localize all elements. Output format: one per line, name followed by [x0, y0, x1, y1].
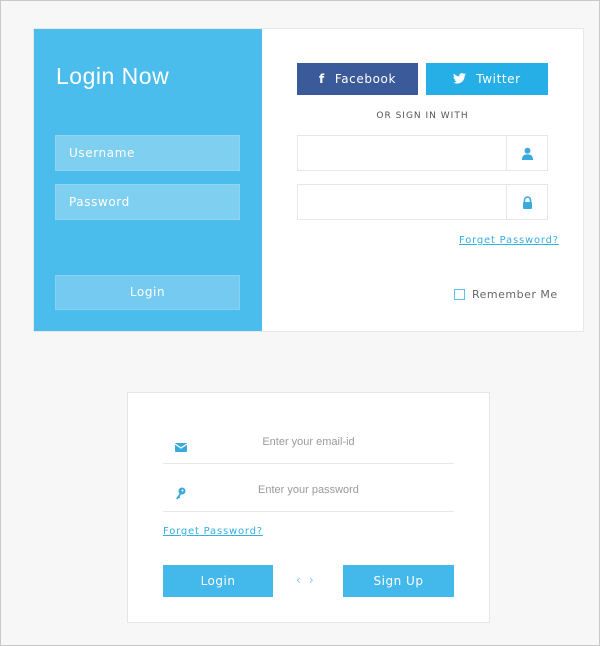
password-field[interactable] [297, 184, 548, 220]
login-button-secondary[interactable]: Login [163, 565, 273, 597]
lock-icon [506, 185, 547, 219]
email-placeholder: Enter your email-id [262, 436, 355, 448]
facebook-icon: f [318, 72, 325, 86]
forget-password-link[interactable]: Forget Password? [459, 235, 559, 246]
facebook-label: Facebook [334, 72, 396, 86]
twitter-button[interactable]: Twitter [426, 63, 548, 95]
remember-me-checkbox[interactable]: Remember Me [454, 288, 558, 301]
login-card-secondary: Enter your email-id Enter your password … [127, 392, 490, 623]
username-input[interactable]: Username [55, 135, 240, 171]
twitter-icon [453, 63, 467, 95]
facebook-button[interactable]: f Facebook [297, 63, 418, 95]
login-button[interactable]: Login [55, 275, 240, 310]
carousel-arrows: ‹› [296, 573, 322, 587]
password-input[interactable]: Password [55, 184, 240, 220]
remember-me-label: Remember Me [472, 288, 558, 301]
twitter-label: Twitter [476, 72, 521, 86]
sign-up-button[interactable]: Sign Up [343, 565, 454, 597]
login-panel: Login Now Username Password Login [34, 29, 262, 331]
or-sign-in-with-text: OR SIGN IN WITH [376, 111, 469, 121]
page-title: Login Now [56, 63, 170, 89]
login-card-primary: Login Now Username Password Login f Faceb… [33, 28, 584, 332]
user-icon [506, 136, 547, 170]
chevron-right-icon[interactable]: › [309, 573, 322, 587]
password-placeholder: Enter your password [258, 484, 359, 496]
username-field[interactable] [297, 135, 548, 171]
checkbox-box[interactable] [454, 289, 465, 300]
email-input[interactable]: Enter your email-id [163, 426, 454, 464]
forget-password-link-secondary[interactable]: Forget Password? [163, 526, 263, 537]
password-input-secondary[interactable]: Enter your password [163, 474, 454, 512]
chevron-left-icon[interactable]: ‹ [296, 573, 309, 587]
